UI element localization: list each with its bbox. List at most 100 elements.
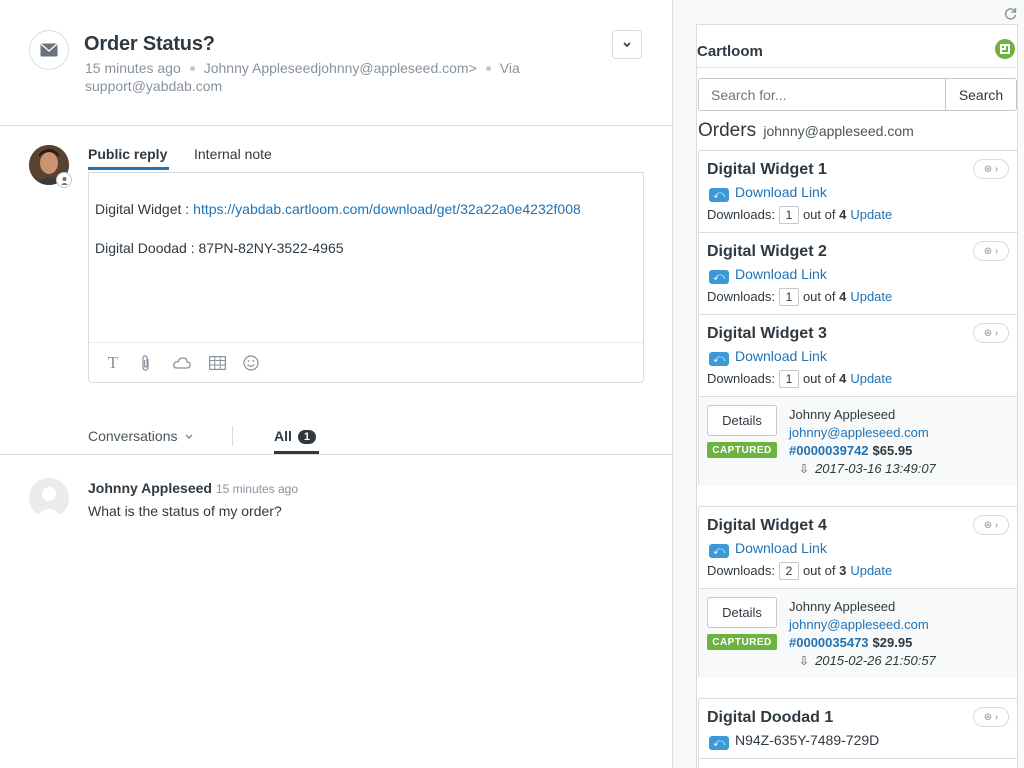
message-author: Johnny Appleseed 15 minutes ago <box>88 480 298 496</box>
downloads-count-input[interactable]: 1 <box>778 206 799 224</box>
details-button[interactable]: Details <box>707 405 777 436</box>
order-item: Digital Widget 4 ⊛ › ⤺ Download Link Down… <box>699 507 1017 589</box>
out-of-label: out of <box>802 207 836 222</box>
reply-editor[interactable]: Digital Widget : https://yabdab.cartloom.… <box>88 172 644 383</box>
download-url-link[interactable]: https://yabdab.cartloom.com/download/get… <box>193 201 581 217</box>
conversations-label: Conversations <box>88 428 178 444</box>
downloads-count-input[interactable]: 1 <box>778 288 799 306</box>
license-code-row: ⤺ N94Z-635Y-7489-729D <box>709 732 879 750</box>
order-total: $29.95 <box>872 635 913 650</box>
item-action-icon[interactable]: ⊛ › <box>973 159 1009 179</box>
ticket-options-button[interactable] <box>612 30 642 59</box>
download-link[interactable]: ⤺ Download Link <box>709 348 827 366</box>
update-link[interactable]: Update <box>850 289 892 304</box>
divider <box>232 426 233 446</box>
divider <box>0 454 672 455</box>
text-format-icon[interactable]: T <box>104 353 122 372</box>
count-badge: 1 <box>297 430 317 444</box>
order-item: Digital Widget 1 ⊛ › ⤺ Download Link Down… <box>699 151 1017 233</box>
user-badge-icon <box>56 172 72 188</box>
tab-public-reply[interactable]: Public reply <box>88 146 169 170</box>
conversations-filter[interactable]: Conversations <box>88 428 193 444</box>
item-name: Digital Doodad 1 <box>707 709 834 726</box>
update-link[interactable]: Update <box>850 563 892 578</box>
downloads-count-input[interactable]: 1 <box>778 370 799 388</box>
ticket-header: Order Status? 15 minutes ago Johnny Apple… <box>0 0 672 126</box>
order-total: $65.95 <box>872 443 913 458</box>
author-name[interactable]: Johnny Appleseed <box>88 480 212 496</box>
ticket-panel: Order Status? 15 minutes ago Johnny Apple… <box>0 0 672 768</box>
reply-arrow-icon: ⤺ <box>709 544 729 558</box>
order-date-row: ⇩ 2015-02-26 21:50:57 <box>799 653 936 668</box>
search-input[interactable] <box>698 78 946 111</box>
reply-arrow-icon: ⤺ <box>709 270 729 284</box>
orders-title: Orders <box>698 120 757 141</box>
tab-internal-note[interactable]: Internal note <box>194 146 272 170</box>
download-link-label: Download Link <box>735 348 827 364</box>
order-date-row: ⇩ 2017-03-16 13:49:07 <box>799 461 936 476</box>
emoji-icon[interactable] <box>242 355 260 371</box>
downloads-row: Downloads: 2 out of 3 Update <box>707 562 892 580</box>
cloud-icon[interactable] <box>173 355 191 371</box>
item-name: Digital Widget 4 <box>707 517 827 534</box>
update-link[interactable]: Update <box>850 371 892 386</box>
download-link-label: Download Link <box>735 184 827 200</box>
download-link[interactable]: ⤺ Download Link <box>709 540 827 558</box>
status-badge: CAPTURED <box>707 634 777 650</box>
tab-all[interactable]: All 1 <box>274 428 317 444</box>
item-action-icon[interactable]: ⊛ › <box>973 323 1009 343</box>
editor-label: Digital Widget : <box>95 201 190 217</box>
item-name: Digital Widget 2 <box>707 243 827 260</box>
item-action-icon[interactable]: ⊛ › <box>973 707 1009 727</box>
message-time: 15 minutes ago <box>215 482 299 496</box>
details-button[interactable]: Details <box>707 597 777 628</box>
download-link-label: Download Link <box>735 540 827 556</box>
envelope-icon <box>29 30 69 70</box>
ticket-requester[interactable]: Johnny Appleseedjohnny@appleseed.com> <box>204 60 477 76</box>
app-title: Cartloom <box>697 43 763 60</box>
item-action-icon[interactable]: ⊛ › <box>973 241 1009 261</box>
downloads-row: Downloads: 1 out of 4 Update <box>707 206 892 224</box>
out-of-label: out of <box>802 371 836 386</box>
customer-avatar[interactable] <box>29 478 69 518</box>
tab-all-label: All <box>274 428 292 444</box>
order-number-link[interactable]: #0000035473 <box>789 635 869 650</box>
order-number-link[interactable]: #0000039742 <box>789 443 869 458</box>
order-number-row: #0000039742 $65.95 <box>789 443 912 458</box>
order-card: Digital Widget 1 ⊛ › ⤺ Download Link Down… <box>698 150 1018 486</box>
order-item: Digital Doodad 1 ⊛ › ⤺ N94Z-635Y-7489-729… <box>699 699 1017 759</box>
order-details: Details CAPTURED Johnny Appleseed johnny… <box>699 589 1017 678</box>
order-date: 2015-02-26 21:50:57 <box>815 653 936 668</box>
downloads-label: Downloads: <box>707 289 775 304</box>
ticket-time: 15 minutes ago <box>85 60 181 76</box>
search-button[interactable]: Search <box>945 78 1017 111</box>
separator-dot <box>189 65 195 71</box>
customer-email[interactable]: johnny@appleseed.com <box>789 425 929 440</box>
customer-name: Johnny Appleseed <box>789 407 896 422</box>
ticket-title: Order Status? <box>84 33 215 55</box>
download-link-label: Download Link <box>735 266 827 282</box>
ticket-via-address: support@yabdab.com <box>85 78 223 94</box>
downloads-count-input[interactable]: 2 <box>778 562 799 580</box>
download-link[interactable]: ⤺ Download Link <box>709 184 827 202</box>
ticket-via: Via <box>499 60 520 76</box>
downloads-label: Downloads: <box>707 371 775 386</box>
reply-arrow-icon: ⤺ <box>709 188 729 202</box>
item-action-icon[interactable]: ⊛ › <box>973 515 1009 535</box>
cartloom-logo-icon <box>995 39 1015 59</box>
license-code: N94Z-635Y-7489-729D <box>735 732 880 748</box>
customer-email[interactable]: johnny@appleseed.com <box>789 617 929 632</box>
attachment-icon[interactable] <box>137 355 155 371</box>
order-details: Details CAPTURED Johnny Appleseed johnny… <box>699 397 1017 486</box>
refresh-icon[interactable] <box>1004 7 1018 21</box>
downloads-max: 4 <box>839 207 847 222</box>
update-link[interactable]: Update <box>850 207 892 222</box>
orders-heading: Orders johnny@appleseed.com <box>698 120 914 142</box>
table-icon[interactable] <box>208 355 226 371</box>
download-link[interactable]: ⤺ Download Link <box>709 266 827 284</box>
order-number-row: #0000035473 $29.95 <box>789 635 912 650</box>
chevron-down-icon <box>185 434 193 439</box>
order-card: Digital Widget 4 ⊛ › ⤺ Download Link Down… <box>698 506 1018 678</box>
downloads-max: 4 <box>839 289 847 304</box>
downloads-max: 4 <box>839 371 847 386</box>
